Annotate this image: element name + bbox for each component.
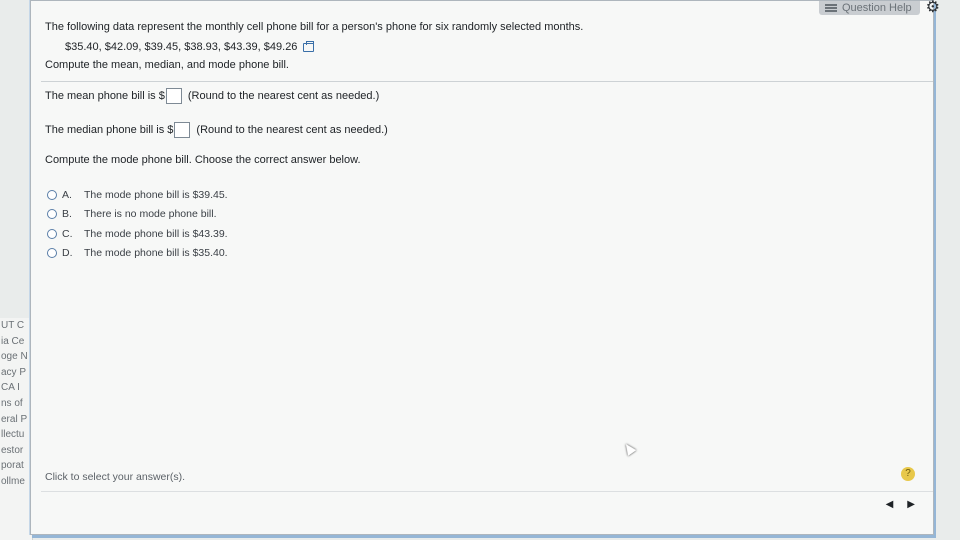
question-help-button[interactable]: Question Help xyxy=(818,1,920,15)
background-sidebar-item: oge N xyxy=(1,351,28,363)
median-hint: (Round to the nearest cent as needed.) xyxy=(196,124,388,136)
mean-hint: (Round to the nearest cent as needed.) xyxy=(187,90,380,102)
option-letter: D. xyxy=(62,247,73,260)
top-toolbar: Question Help ⚙ xyxy=(818,0,940,16)
radio-button[interactable] xyxy=(47,209,57,220)
median-input[interactable] xyxy=(174,122,191,138)
background-sidebar-item: ns of xyxy=(1,397,23,409)
next-arrow-icon[interactable]: ▶ xyxy=(907,499,915,510)
mean-label: The mean phone bill is $ xyxy=(45,90,165,102)
radio-button[interactable] xyxy=(47,189,57,200)
status-divider xyxy=(41,491,933,492)
previous-arrow-icon[interactable]: ◀ xyxy=(886,499,894,510)
option-text: The mode phone bill is $35.40. xyxy=(84,247,228,260)
background-sidebar-item: acy P xyxy=(1,366,27,378)
mode-options-list: A. The mode phone bill is $39.45. B. The… xyxy=(47,185,228,263)
option-text: The mode phone bill is $43.39. xyxy=(84,227,228,240)
background-sidebar-item: UT C xyxy=(1,320,25,331)
copy-data-icon[interactable] xyxy=(303,40,315,52)
median-label: The median phone bill is $ xyxy=(45,124,174,136)
background-sidebar-item: eral P xyxy=(1,413,28,425)
median-answer-row: The median phone bill is $ (Round to the… xyxy=(45,122,388,138)
radio-button[interactable] xyxy=(47,228,57,239)
option-a[interactable]: A. The mode phone bill is $39.45. xyxy=(47,185,228,205)
question-text: The following data represent the monthly… xyxy=(45,21,584,33)
data-values: $35.40, $42.09, $39.45, $38.93, $43.39, … xyxy=(65,41,298,53)
background-sidebar-item: porat xyxy=(1,460,24,472)
mean-input[interactable] xyxy=(165,88,182,104)
question-instruction: Compute the mean, median, and mode phone… xyxy=(45,59,289,71)
option-b[interactable]: B. There is no mode phone bill. xyxy=(47,205,228,225)
option-d[interactable]: D. The mode phone bill is $35.40. xyxy=(47,244,228,264)
radio-button[interactable] xyxy=(47,248,57,259)
background-window-sidebar: UT C ia Ce oge N acy P CA I ns of eral P… xyxy=(0,318,33,540)
mode-prompt: Compute the mode phone bill. Choose the … xyxy=(45,154,361,166)
question-navigation: ◀ ▶ xyxy=(886,499,915,510)
list-icon xyxy=(824,4,837,12)
mean-answer-row: The mean phone bill is $ (Round to the n… xyxy=(45,88,379,104)
section-divider xyxy=(41,81,933,82)
data-values-row: $35.40, $42.09, $39.45, $38.93, $43.39, … xyxy=(65,40,315,53)
status-message: Click to select your answer(s). xyxy=(45,471,186,483)
option-letter: C. xyxy=(62,227,73,240)
question-help-label: Question Help xyxy=(841,2,912,14)
background-sidebar-item: llectu xyxy=(1,429,25,441)
background-sidebar-item: CA I xyxy=(1,382,20,394)
question-panel: The following data represent the monthly… xyxy=(30,0,934,535)
help-question-icon[interactable]: ? xyxy=(901,467,915,481)
background-sidebar-item: ia Ce xyxy=(1,335,25,347)
option-letter: A. xyxy=(62,188,72,201)
gear-icon[interactable]: ⚙ xyxy=(926,0,940,16)
option-c[interactable]: C. The mode phone bill is $43.39. xyxy=(47,224,228,244)
option-text: There is no mode phone bill. xyxy=(84,208,217,221)
option-letter: B. xyxy=(62,208,72,221)
option-text: The mode phone bill is $39.45. xyxy=(84,188,228,201)
background-sidebar-item: estor xyxy=(1,444,24,456)
background-sidebar-item: ollme xyxy=(1,475,25,487)
